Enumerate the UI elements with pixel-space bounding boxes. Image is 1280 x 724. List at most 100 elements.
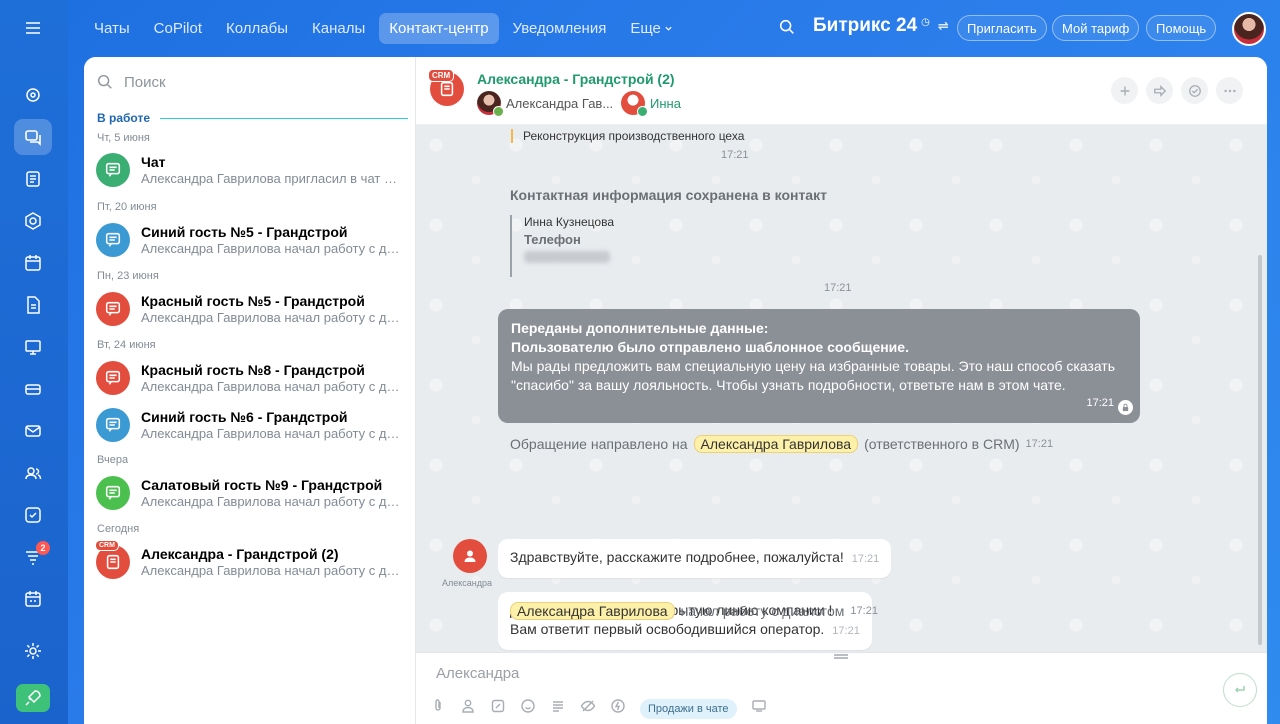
- lock-icon: [1118, 400, 1133, 415]
- messenger-icon[interactable]: [14, 119, 52, 155]
- search-input[interactable]: Поиск: [124, 74, 166, 91]
- search-box[interactable]: Поиск: [96, 73, 166, 91]
- client-icon: [637, 106, 648, 117]
- edit-icon[interactable]: [490, 698, 506, 719]
- message-time: 17:21: [721, 149, 749, 161]
- collab-icon[interactable]: [14, 203, 52, 239]
- scrollbar[interactable]: [1258, 255, 1262, 645]
- tab-copilot[interactable]: CoPilot: [144, 13, 212, 44]
- crm-tag: CRM: [95, 540, 119, 551]
- tariff-button[interactable]: Мой тариф: [1052, 15, 1140, 41]
- chat-item[interactable]: Чат Александра Гаврилова пригласил в чат…: [84, 147, 416, 193]
- send-button[interactable]: [1223, 673, 1257, 707]
- menu-icon[interactable]: [14, 10, 52, 46]
- client-avatar[interactable]: [453, 539, 487, 573]
- chat-bubble-icon: [106, 554, 120, 570]
- user-mention[interactable]: Александра Гаврилова: [510, 602, 675, 620]
- contacts-icon[interactable]: [14, 455, 52, 491]
- resize-handle[interactable]: [834, 654, 848, 659]
- feed-icon[interactable]: [14, 161, 52, 197]
- message-area[interactable]: Реконструкция производственного цеха 17:…: [416, 125, 1267, 652]
- chat-item[interactable]: Красный гость №8 - Грандстрой Александра…: [84, 355, 416, 401]
- operator-icon: [493, 106, 504, 117]
- mail-icon[interactable]: [14, 413, 52, 449]
- date-label: Пн, 23 июня: [97, 270, 159, 282]
- template-subtitle: Пользователю было отправлено шаблонное с…: [511, 339, 909, 355]
- chat-name: Салатовый гость №9 - Грандстрой: [141, 477, 383, 493]
- template-title: Переданы дополнительные данные:: [511, 320, 769, 336]
- settings-icon[interactable]: [14, 633, 52, 669]
- section-divider: [160, 118, 408, 119]
- contact-phone-hidden: [524, 251, 610, 263]
- chat-preview: Александра Гаврилова пригласил в чат Ел.…: [141, 171, 403, 186]
- participant-avatar: [621, 91, 648, 117]
- template-message: Переданы дополнительные данные: Пользова…: [498, 309, 1140, 423]
- chat-item[interactable]: Синий гость №6 - Грандстрой Александра Г…: [84, 402, 416, 448]
- tab-channels[interactable]: Каналы: [302, 13, 375, 44]
- lightning-icon[interactable]: [610, 698, 626, 719]
- tab-more[interactable]: Еще: [620, 13, 683, 44]
- dialog-title[interactable]: Александра - Грандстрой (2): [477, 71, 675, 87]
- tab-collabs[interactable]: Коллабы: [216, 13, 298, 44]
- date-label: Вт, 24 июня: [97, 339, 156, 351]
- brand-logo[interactable]: Битрикс 24 ◷ ⇌: [813, 15, 949, 37]
- chat-item[interactable]: CRM Александра - Грандстрой (2) Александ…: [84, 539, 416, 585]
- message-time: 17:21: [832, 625, 860, 637]
- documents-icon[interactable]: [14, 287, 52, 323]
- attach-icon[interactable]: [430, 698, 446, 719]
- participant-name: Александра Гав...: [506, 95, 614, 111]
- tab-contact-center[interactable]: Контакт-центр: [379, 12, 499, 44]
- user-avatar[interactable]: [1232, 12, 1266, 46]
- participant[interactable]: Александра Гав...: [477, 90, 614, 117]
- routed-notice: Обращение направлено на Александра Гаври…: [510, 435, 1053, 453]
- help-button[interactable]: Помощь: [1146, 15, 1217, 41]
- send-icon: [1234, 686, 1245, 693]
- tasks-icon[interactable]: [14, 497, 52, 533]
- chat-bubble-icon: [105, 417, 121, 432]
- chat-item[interactable]: Синий гость №5 - Грандстрой Александра Г…: [84, 217, 416, 263]
- add-icon[interactable]: [1111, 77, 1138, 104]
- composer-toolbar: Продажи в чате: [430, 698, 767, 719]
- user-icon: [464, 550, 476, 562]
- schedule-icon[interactable]: [14, 581, 52, 617]
- composer: Александра Продажи в чате: [416, 652, 1267, 724]
- screen-icon[interactable]: [751, 698, 767, 719]
- message-input[interactable]: Александра: [436, 665, 519, 682]
- participant[interactable]: Инна: [621, 90, 681, 117]
- sales-in-chat-button[interactable]: Продажи в чате: [640, 698, 737, 719]
- chat-preview: Александра Гаврилова начал работу с ди..…: [141, 379, 403, 394]
- calendar-icon[interactable]: [14, 245, 52, 281]
- date-label: Пт, 20 июня: [97, 201, 157, 213]
- smile-icon[interactable]: [520, 698, 536, 719]
- rocket-icon[interactable]: [16, 684, 50, 712]
- tab-chats[interactable]: Чаты: [84, 13, 140, 44]
- chat-avatar: [96, 361, 130, 395]
- boards-icon[interactable]: [14, 329, 52, 365]
- chat-item[interactable]: Красный гость №5 - Грандстрой Александра…: [84, 286, 416, 332]
- chat-preview: Александра Гаврилова начал работу с ди..…: [141, 310, 403, 325]
- user-icon[interactable]: [460, 698, 476, 719]
- left-rail: 2: [0, 0, 68, 724]
- copilot-icon[interactable]: [14, 77, 52, 113]
- message-time: 17:21: [851, 553, 880, 565]
- crm-funnel-icon[interactable]: 2: [14, 539, 52, 575]
- message-time: 17:21: [824, 282, 852, 294]
- participant-name: Инна: [650, 95, 681, 111]
- drive-icon[interactable]: [14, 371, 52, 407]
- message-time: 17:21: [1025, 438, 1054, 450]
- hide-icon[interactable]: [580, 698, 596, 719]
- welcome-message: Добро пожаловать в Открытую линию компан…: [498, 592, 872, 650]
- chat-item[interactable]: Салатовый гость №9 - Грандстрой Александ…: [84, 470, 416, 516]
- forward-icon[interactable]: [1146, 77, 1173, 104]
- chat-name: Синий гость №5 - Грандстрой: [141, 224, 348, 240]
- start-notice: Александра Гаврилова начал работу с диал…: [510, 602, 878, 620]
- template-icon[interactable]: [550, 698, 566, 719]
- finish-icon[interactable]: [1181, 77, 1208, 104]
- chevron-down-icon: [665, 26, 672, 31]
- user-mention[interactable]: Александра Гаврилова: [693, 435, 859, 453]
- invite-button[interactable]: Пригласить: [957, 15, 1047, 41]
- search-icon[interactable]: [778, 18, 796, 41]
- more-icon[interactable]: [1216, 77, 1243, 104]
- tab-notifications[interactable]: Уведомления: [503, 13, 617, 44]
- header-actions: [1111, 77, 1243, 104]
